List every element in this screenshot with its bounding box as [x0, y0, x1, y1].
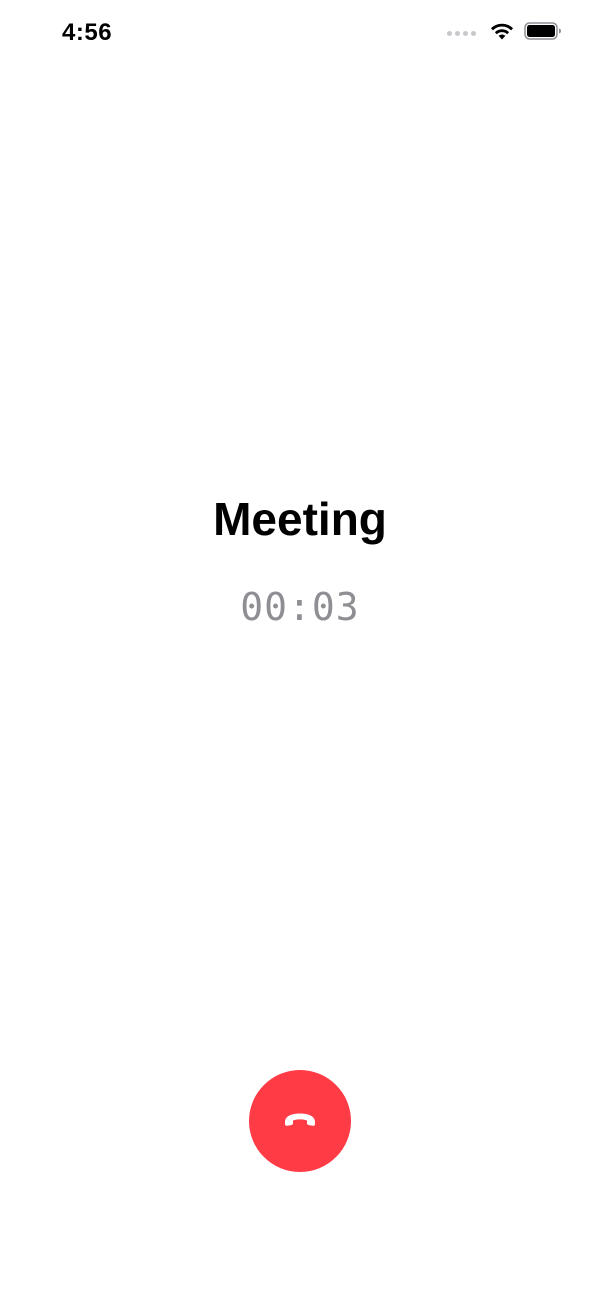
status-time: 4:56: [62, 19, 113, 46]
battery-full-icon: [524, 22, 562, 45]
status-bar: 4:56: [0, 0, 600, 70]
call-title: Meeting: [213, 493, 387, 545]
status-icons: [447, 22, 562, 45]
phone-hangup-icon: [282, 1110, 318, 1133]
wifi-icon: [490, 22, 514, 45]
cellular-signal-dots-icon: [447, 31, 476, 36]
call-timer: 00:03: [240, 585, 360, 629]
end-call-button[interactable]: [249, 1070, 351, 1172]
